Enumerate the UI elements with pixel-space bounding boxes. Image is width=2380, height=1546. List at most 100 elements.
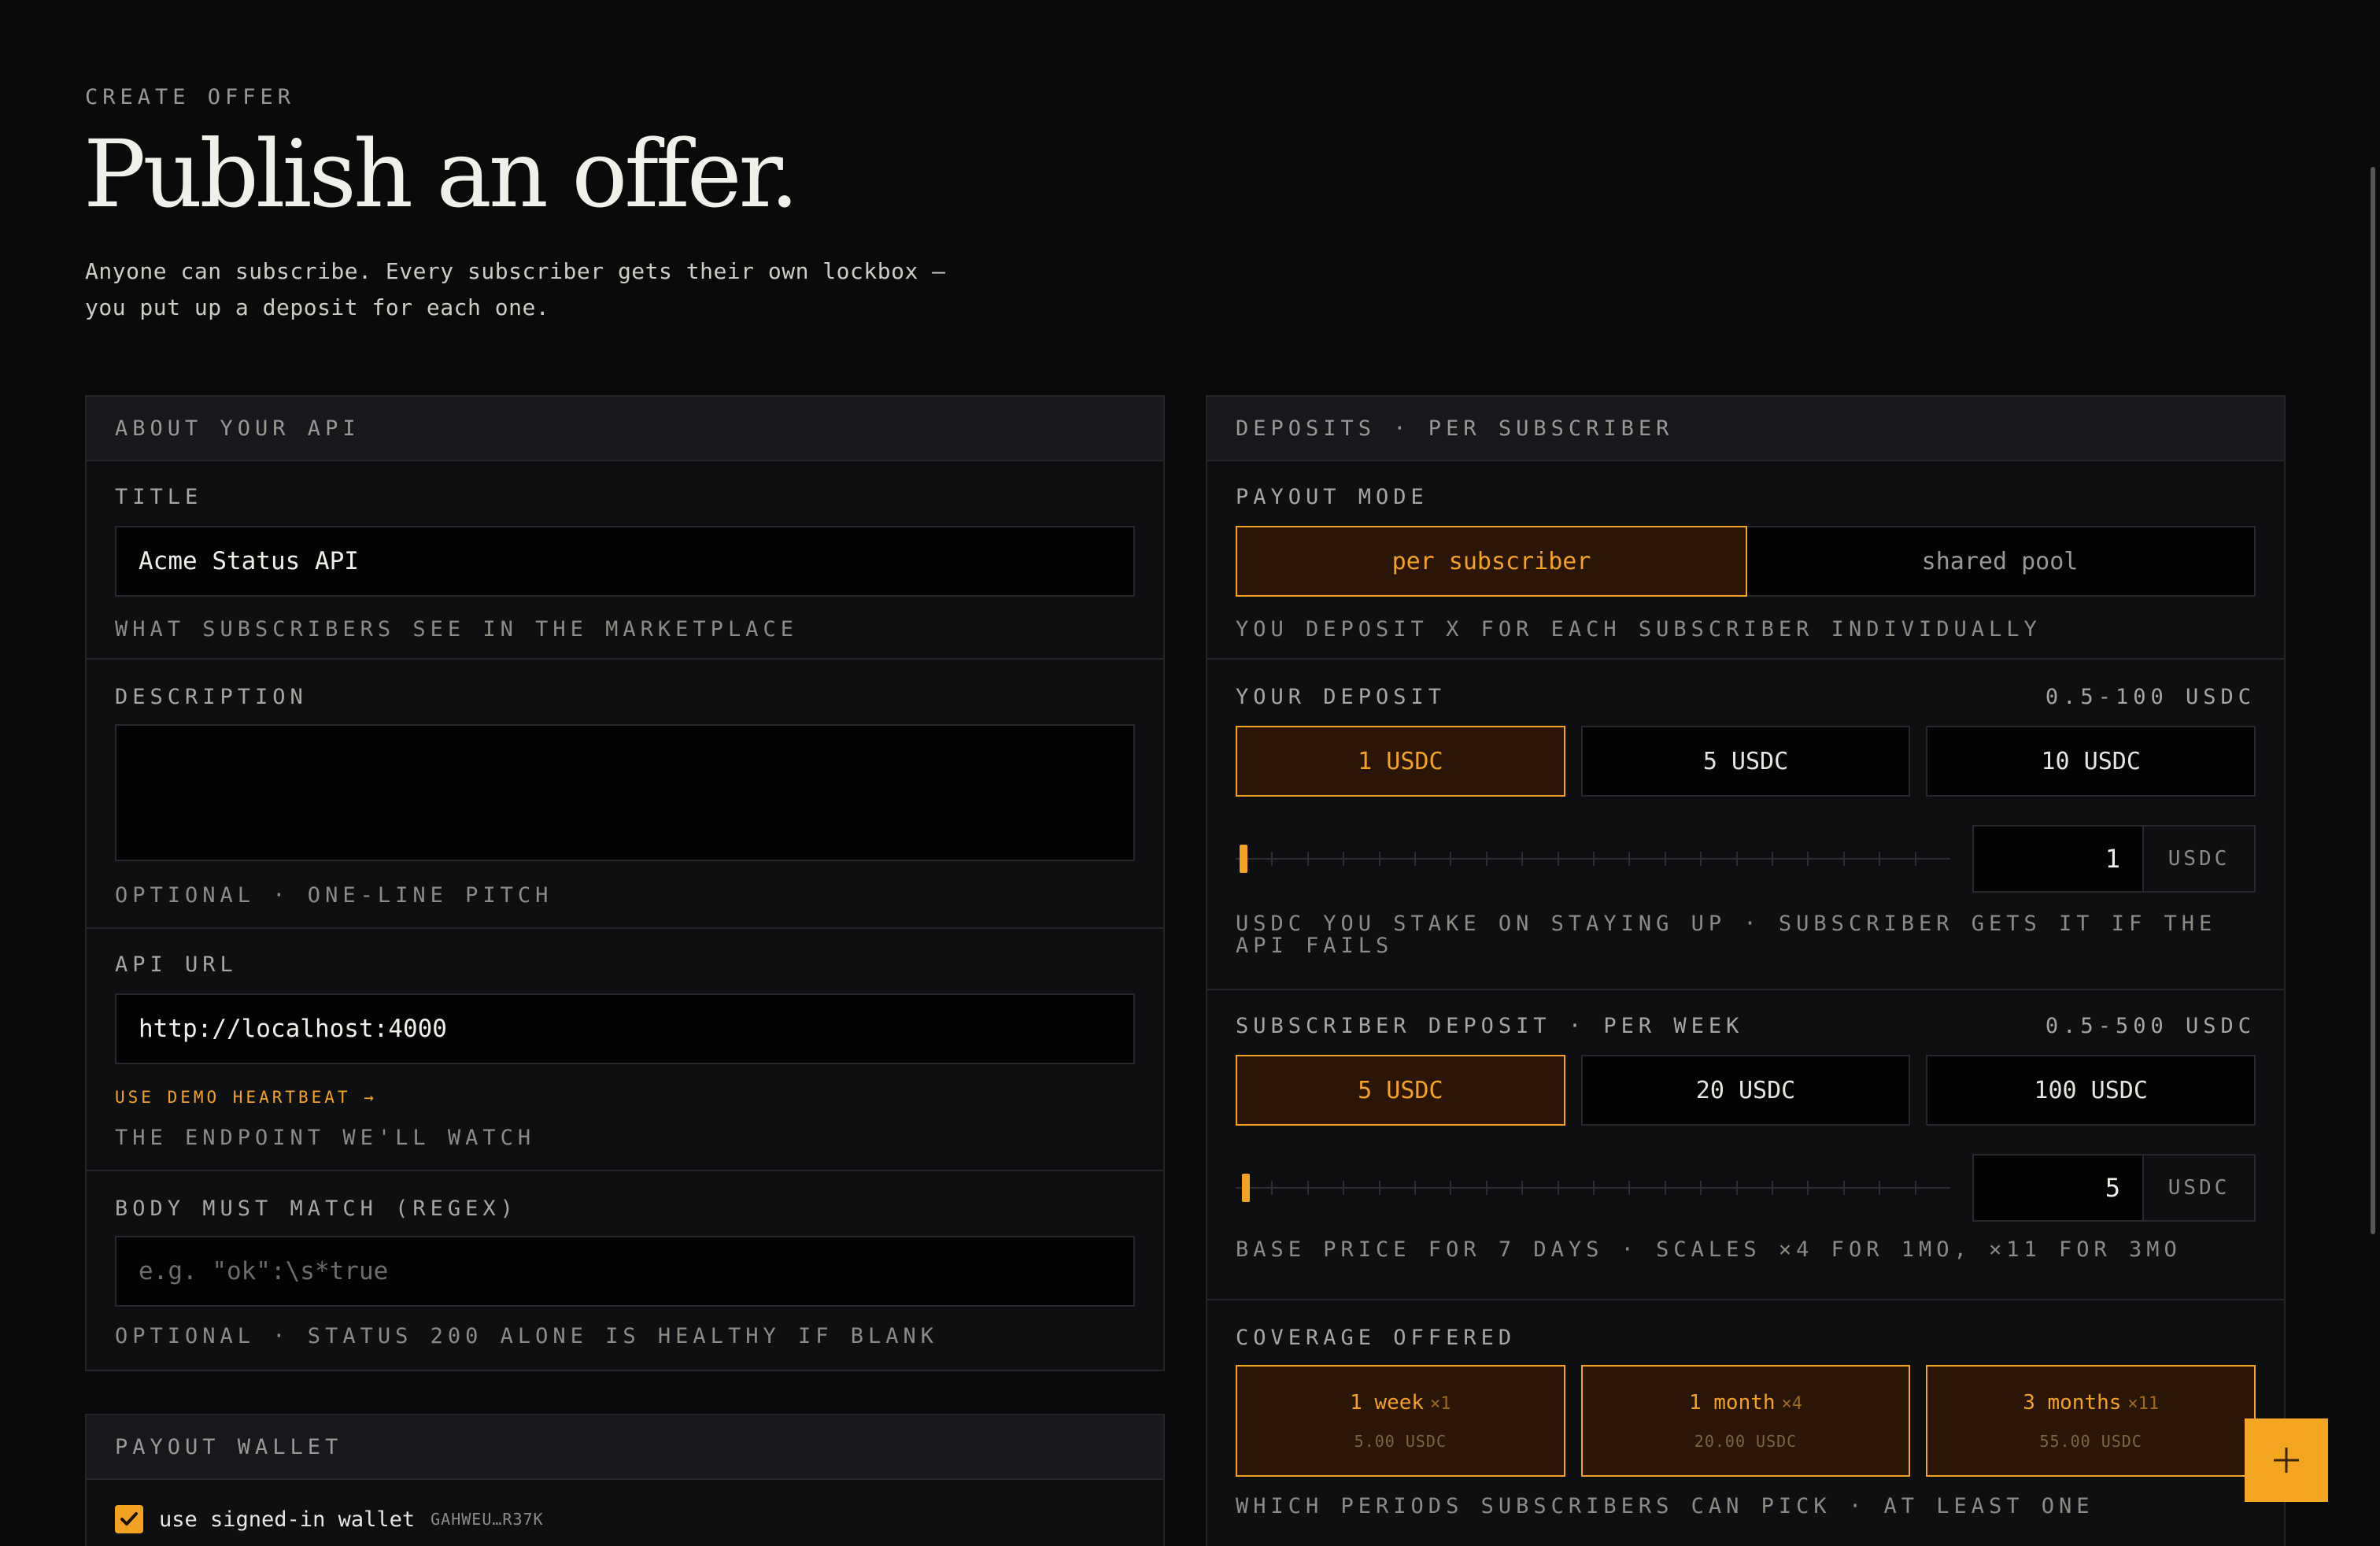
coverage-options: 1 week ×1 5.00 USDC 1 month ×4 20.00 USDC … (1236, 1365, 2256, 1477)
slider-tick (1414, 852, 1416, 866)
slider-tick (1271, 852, 1273, 866)
use-signed-in-wallet-label: use signed-in wallet (159, 1507, 416, 1532)
slider-tick (1735, 1181, 1738, 1195)
slider-tick (1914, 1181, 1916, 1195)
check-icon (120, 1512, 138, 1526)
page-eyebrow: CREATE OFFER (85, 85, 296, 109)
coverage-option-period: 1 month ×4 (1688, 1391, 1803, 1415)
api-url-input[interactable]: http://localhost:4000 (115, 993, 1135, 1064)
description-hint: OPTIONAL · ONE-LINE PITCH (115, 883, 553, 908)
subscriber-deposit-label-row: SUBSCRIBER DEPOSIT · PER WEEK 0.5-500 US… (1236, 1014, 2256, 1038)
coverage-option-1-month[interactable]: 1 month ×4 20.00 USDC (1580, 1365, 1911, 1477)
coverage-option-price: 20.00 USDC (1694, 1432, 1798, 1451)
slider-tick (1306, 1181, 1309, 1195)
subscriber-deposit-amount-input[interactable]: 5 (1974, 1156, 2144, 1220)
wallet-address: GAHWEU…R37K (431, 1510, 544, 1529)
regex-label: BODY MUST MATCH (REGEX) (115, 1196, 518, 1221)
slider-tick (1306, 852, 1309, 866)
slider-tick (1485, 1181, 1488, 1195)
coverage-option-3-months[interactable]: 3 months ×11 55.00 USDC (1926, 1365, 2256, 1477)
page-intro: Anyone can subscribe. Every subscriber g… (85, 258, 946, 320)
payout-mode-toggle: per subscriber shared pool (1236, 526, 2256, 597)
regex-hint: OPTIONAL · STATUS 200 ALONE IS HEALTHY I… (115, 1324, 939, 1348)
your-deposit-slider-thumb[interactable] (1239, 845, 1247, 873)
coverage-option-price: 5.00 USDC (1354, 1432, 1447, 1451)
slider-tick (1485, 852, 1488, 866)
your-deposit-section: YOUR DEPOSIT 0.5-100 USDC 1 USDC 5 USDC … (1207, 660, 2284, 990)
about-api-heading: ABOUT YOUR API (87, 397, 1163, 461)
coverage-option-price: 55.00 USDC (2039, 1432, 2142, 1451)
use-signed-in-wallet-row[interactable]: use signed-in wallet GAHWEU…R37K (115, 1505, 544, 1533)
subscriber-deposit-label: SUBSCRIBER DEPOSIT · PER WEEK (1236, 1014, 1744, 1038)
slider-tick (1842, 1181, 1845, 1195)
your-deposit-amount-input[interactable]: 1 (1974, 827, 2144, 891)
slider-tick (1700, 1181, 1702, 1195)
slider-tick (1842, 852, 1845, 866)
subscriber-deposit-slider-thumb[interactable] (1242, 1174, 1251, 1202)
payout-mode-per-subscriber[interactable]: per subscriber (1236, 526, 1747, 597)
your-deposit-preset-5[interactable]: 5 USDC (1580, 726, 1911, 797)
regex-input[interactable]: e.g. "ok":\s*true (115, 1236, 1135, 1307)
api-url-hint: THE ENDPOINT WE'LL WATCH (115, 1126, 536, 1150)
slider-tick (1735, 852, 1738, 866)
slider-tick (1450, 1181, 1452, 1195)
slider-tick (1807, 1181, 1809, 1195)
your-deposit-preset-1[interactable]: 1 USDC (1236, 726, 1565, 797)
slider-tick (1343, 1181, 1345, 1195)
coverage-option-1-week[interactable]: 1 week ×1 5.00 USDC (1236, 1365, 1565, 1477)
title-input[interactable]: Acme Status API (115, 526, 1135, 597)
subscriber-deposit-amount-box: 5 USDC (1972, 1154, 2256, 1222)
slider-tick (1521, 852, 1524, 866)
your-deposit-label: YOUR DEPOSIT (1236, 685, 1447, 709)
coverage-hint: WHICH PERIODS SUBSCRIBERS CAN PICK · AT … (1236, 1494, 2094, 1518)
coverage-option-period: 1 week ×1 (1350, 1391, 1451, 1415)
your-deposit-slider[interactable] (1236, 845, 1950, 873)
coverage-section: COVERAGE OFFERED 1 week ×1 5.00 USDC 1 mo… (1207, 1300, 2284, 1546)
slider-tick (1772, 1181, 1773, 1195)
slider-tick (1664, 852, 1666, 866)
slider-tick (1772, 852, 1773, 866)
page-title: Publish an offer. (83, 120, 799, 228)
api-url-section: API URL http://localhost:4000 USE DEMO H… (87, 929, 1163, 1171)
slider-tick (1593, 852, 1595, 866)
payout-mode-label: PAYOUT MODE (1236, 485, 1428, 509)
deposits-panel: DEPOSITS · PER SUBSCRIBER PAYOUT MODE pe… (1206, 395, 2286, 1546)
description-textarea[interactable] (115, 724, 1135, 861)
subscriber-deposit-slider-row: 5 USDC (1236, 1154, 2256, 1222)
slider-tick (1593, 1181, 1595, 1195)
title-label: TITLE (115, 485, 203, 509)
title-section: TITLE Acme Status API WHAT SUBSCRIBERS S… (87, 461, 1163, 660)
add-button[interactable] (2245, 1418, 2328, 1502)
your-deposit-label-row: YOUR DEPOSIT 0.5-100 USDC (1236, 685, 2256, 709)
plus-icon (2274, 1448, 2299, 1473)
subscriber-deposit-preset-100[interactable]: 100 USDC (1926, 1055, 2256, 1126)
subscriber-deposit-preset-20[interactable]: 20 USDC (1580, 1055, 1911, 1126)
slider-tick (1879, 1181, 1881, 1195)
your-deposit-amount-box: 1 USDC (1972, 825, 2256, 893)
your-deposit-unit: USDC (2144, 827, 2254, 891)
payout-wallet-heading: PAYOUT WALLET (87, 1415, 1163, 1480)
slider-tick (1378, 852, 1380, 866)
subscriber-deposit-range: 0.5-500 USDC (2045, 1014, 2256, 1038)
coverage-option-period: 3 months ×11 (2023, 1391, 2160, 1415)
your-deposit-range: 0.5-100 USDC (2045, 685, 2256, 709)
your-deposit-presets: 1 USDC 5 USDC 10 USDC (1236, 726, 2256, 797)
payout-mode-section: PAYOUT MODE per subscriber shared pool Y… (1207, 461, 2284, 660)
create-offer-page: CREATE OFFER Publish an offer. Anyone ca… (0, 0, 2380, 1546)
your-deposit-hint: USDC YOU STAKE ON STAYING UP · SUBSCRIBE… (1236, 912, 2217, 958)
use-demo-heartbeat-link[interactable]: USE DEMO HEARTBEAT → (115, 1088, 377, 1107)
slider-tick (1700, 852, 1702, 866)
slider-tick (1664, 1181, 1666, 1195)
slider-tick (1521, 1181, 1524, 1195)
subscriber-deposit-slider[interactable] (1236, 1174, 1950, 1202)
payout-wallet-panel: PAYOUT WALLET use signed-in wallet GAHWE… (85, 1414, 1165, 1546)
slider-tick (1879, 852, 1881, 866)
slider-tick (1628, 1181, 1631, 1195)
slider-tick (1414, 1181, 1416, 1195)
slider-tick (1343, 852, 1345, 866)
your-deposit-preset-10[interactable]: 10 USDC (1926, 726, 2256, 797)
use-signed-in-wallet-checkbox[interactable] (115, 1505, 143, 1533)
page-scrollbar[interactable] (2371, 167, 2375, 1234)
subscriber-deposit-preset-5[interactable]: 5 USDC (1236, 1055, 1565, 1126)
payout-mode-shared-pool[interactable]: shared pool (1746, 527, 2254, 595)
